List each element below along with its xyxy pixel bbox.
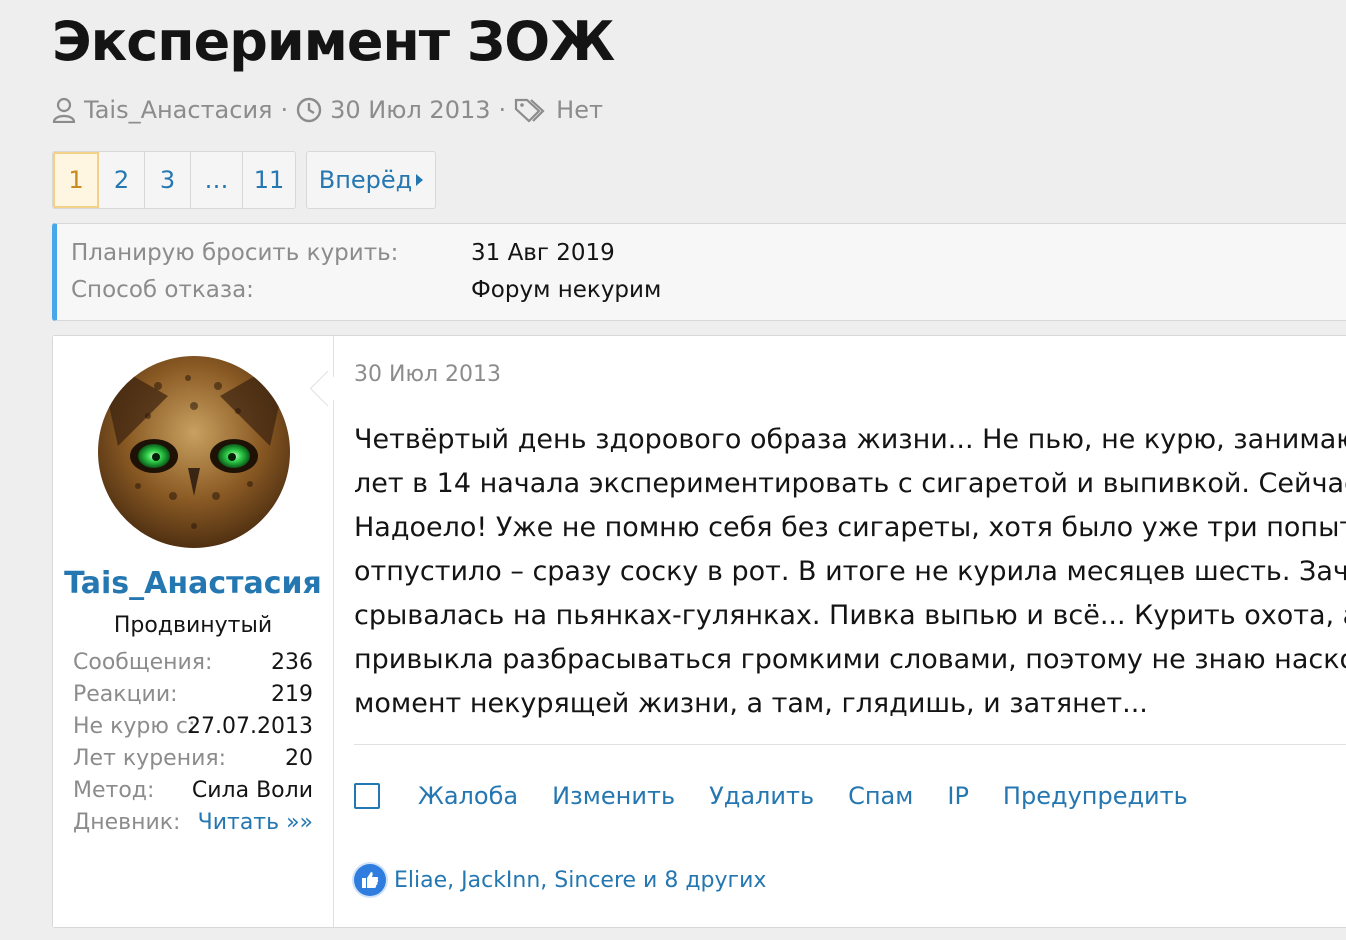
warn-link[interactable]: Предупредить [1003, 782, 1188, 810]
avatar[interactable] [98, 356, 290, 548]
pagination: 1 2 3 … 11 Вперёд [52, 151, 436, 209]
post-text-line: момент некурящей жизни, а там, глядишь, … [354, 688, 1148, 719]
stat-label: Реакции: [73, 682, 178, 707]
spam-link[interactable]: Спам [848, 782, 913, 810]
page-link-3[interactable]: 3 [145, 152, 191, 208]
user-icon [52, 97, 76, 123]
post-actions: Жалоба Изменить Удалить Спам IP Предупре… [354, 782, 1222, 810]
next-page-label: Вперёд [318, 166, 413, 194]
post-username-link[interactable]: Tais_Анастасия [53, 566, 333, 601]
stat-label: Не курю с: [73, 714, 196, 739]
post-text-line: срывалась на пьянках-гулянках. Пивка вып… [354, 600, 1346, 631]
thread-title: Эксперимент ЗОЖ [52, 10, 615, 73]
edit-link[interactable]: Изменить [552, 782, 675, 810]
stat-row: Не курю с: 27.07.2013 [73, 714, 313, 746]
ip-link[interactable]: IP [947, 782, 969, 810]
stat-value: 236 [271, 650, 313, 675]
page-jump-ellipsis[interactable]: … [191, 152, 243, 208]
stat-value: 219 [271, 682, 313, 707]
post-body: Четвёртый день здорового образа жизни...… [354, 418, 1346, 726]
select-post-checkbox[interactable] [354, 783, 380, 809]
field-value: 31 Авг 2019 [471, 240, 615, 266]
stat-value: 27.07.2013 [187, 714, 313, 739]
post-text-line: привыкла разбрасываться громкими словами… [354, 644, 1346, 675]
thread-tags: Нет [556, 96, 603, 124]
page-link-2[interactable]: 2 [99, 152, 145, 208]
field-label: Планирую бросить курить: [71, 240, 399, 266]
stat-value: Сила Воли [191, 778, 313, 803]
thread-date-link[interactable]: 30 Июл 2013 [330, 96, 490, 124]
post-user-column: Tais_Анастасия Продвинутый Сообщения: 23… [53, 336, 334, 927]
tags-icon [514, 97, 548, 123]
reactions-list-link[interactable]: Eliae, JackInn, Sincere и 8 других [394, 868, 766, 893]
diary-read-link[interactable]: Читать »» [198, 810, 313, 835]
page-link-11[interactable]: 11 [243, 152, 295, 208]
meta-separator: · [498, 96, 507, 124]
user-stats: Сообщения: 236 Реакции: 219 Не курю с: 2… [73, 650, 313, 842]
post-footer-divider [354, 744, 1346, 745]
stat-label: Сообщения: [73, 650, 213, 675]
stat-row: Реакции: 219 [73, 682, 313, 714]
page-list: 1 2 3 … 11 [52, 151, 296, 209]
meta-separator: · [280, 96, 289, 124]
thread-custom-fields: Планирую бросить курить: 31 Авг 2019 Спо… [52, 223, 1346, 321]
post-text-line: Надоело! Уже не помню себя без сигареты,… [354, 512, 1346, 543]
next-page-button[interactable]: Вперёд [306, 151, 436, 209]
user-rank-title: Продвинутый [113, 613, 273, 638]
caret-right-icon [416, 174, 424, 186]
page-link-1[interactable]: 1 [53, 152, 99, 208]
clock-icon [296, 97, 322, 123]
stat-row: Лет курения: 20 [73, 746, 313, 778]
post-date-link[interactable]: 30 Июл 2013 [354, 362, 501, 387]
post-text-line: Четвёртый день здорового образа жизни...… [354, 424, 1346, 455]
report-link[interactable]: Жалоба [418, 782, 518, 810]
owl-avatar-image [98, 356, 290, 529]
thread-author-link[interactable]: Tais_Анастасия [84, 96, 273, 124]
stat-row: Метод: Сила Воли [73, 778, 313, 810]
stat-label: Дневник: [73, 810, 181, 835]
thread-meta: Tais_Анастасия · 30 Июл 2013 · Нет [52, 96, 603, 124]
stat-label: Метод: [73, 778, 155, 803]
stat-row: Сообщения: 236 [73, 650, 313, 682]
field-label: Способ отказа: [71, 277, 254, 303]
thumbs-up-icon [354, 864, 386, 896]
delete-link[interactable]: Удалить [709, 782, 814, 810]
post: Tais_Анастасия Продвинутый Сообщения: 23… [52, 335, 1346, 928]
post-text-line: лет в 14 начала экспериментировать с сиг… [354, 468, 1346, 499]
stat-value: 20 [285, 746, 313, 771]
stat-label: Лет курения: [73, 746, 227, 771]
post-content: 30 Июл 2013 Четвёртый день здорового обр… [354, 336, 1346, 927]
reactions-bar: Eliae, JackInn, Sincere и 8 других [354, 864, 766, 896]
post-text-line: отпустило – сразу соску в рот. В итоге н… [354, 556, 1346, 587]
stat-row: Дневник: Читать »» [73, 810, 313, 842]
field-value: Форум некурим [471, 277, 662, 303]
